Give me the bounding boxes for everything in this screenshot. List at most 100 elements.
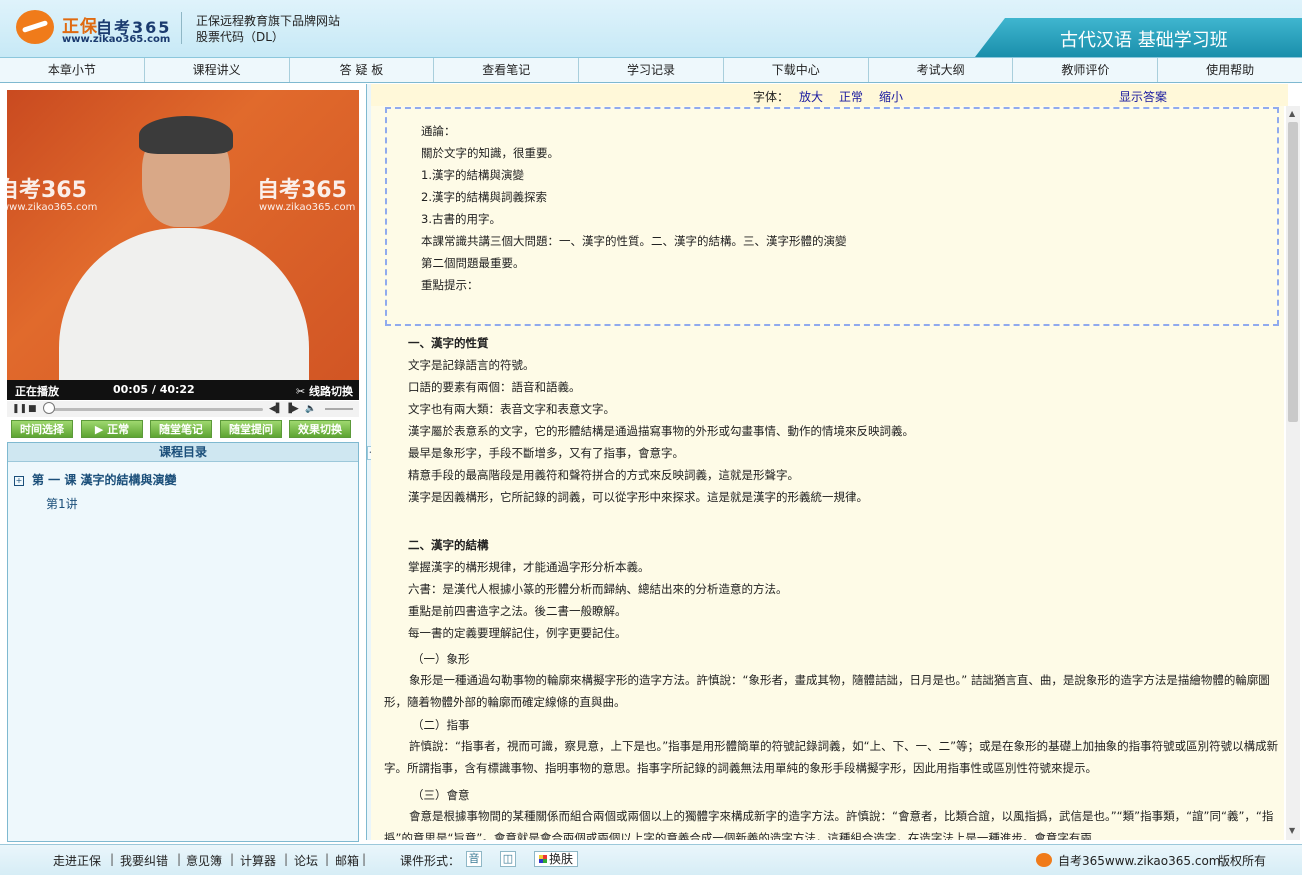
forward-icon[interactable]: ▐▶ [285,404,299,414]
footer-separator: | [110,852,114,866]
subsection-heading: （一）象形 [412,651,470,667]
content-line: 最早是象形字，手段不斷增多，又有了指事，會意字。 [408,445,684,461]
function-buttons: 时间选择 ▶ 正常 随堂笔记 随堂提问 效果切换 [7,420,359,440]
zikao-logo-icon[interactable] [16,10,54,44]
audio-mode-button[interactable]: 音 [466,851,482,867]
stop-icon[interactable]: ■ [28,404,37,414]
note-line: 1.漢字的結構與演變 [421,167,524,183]
scroll-up-icon[interactable]: ▲ [1289,109,1295,118]
content-paragraph: 許慎說：“指事者，視而可識，察見意，上下是也。”指事是用形體簡單的符號記錄詞義，… [384,735,1284,779]
note-line: 第二個問題最重要。 [421,255,525,271]
notes-box: 通論： 關於文字的知識，很重要。 1.漢字的結構與演變 2.漢字的結構與詞義探索… [385,107,1279,326]
footer-site-name[interactable]: 自考365www.zikao365.com [1058,852,1220,869]
nav-help[interactable]: 使用帮助 [1158,58,1302,82]
progress-knob[interactable] [43,402,55,414]
nav-study-record[interactable]: 学习记录 [579,58,724,82]
footer-link-mail[interactable]: 邮箱 [335,852,359,869]
note-line: 關於文字的知識，很重要。 [421,145,559,161]
palette-icon [539,855,547,863]
class-notes-button[interactable]: 随堂笔记 [150,420,212,438]
footer-link-forum[interactable]: 论坛 [294,852,318,869]
course-title: 古代汉语 基础学习班 [1060,26,1228,52]
logo-url-text: www.zikao365.com [62,34,170,45]
change-skin-label: 换肤 [549,852,573,866]
left-panel: 自考365 www.zikao365.com 自考365 www.zikao36… [7,90,360,842]
volume-slider[interactable] [325,408,353,410]
video-watermark-url: www.zikao365.com [7,202,97,213]
footer-separator: | [230,852,234,866]
subsection-heading: （三）會意 [412,787,470,803]
content-paragraph: 會意是根據事物間的某種關係而組合兩個或兩個以上的獨體字來構成新字的造字方法。許慎… [384,805,1284,840]
note-line: 重點提示： [421,277,479,293]
section-heading: 二、漢字的結構 [408,537,489,553]
layout-mode-button[interactable]: ◫ [500,851,516,867]
content-scrollbar[interactable]: ▲ ▼ [1286,106,1300,840]
footer-link-about[interactable]: 走进正保 [53,852,101,869]
show-answer-link[interactable]: 显示答案 [1119,88,1167,105]
volume-icon[interactable]: 🔈 [305,404,316,414]
switch-line-button[interactable]: ✂ 线路切换 [296,383,353,399]
nav-qa-board[interactable]: 答 疑 板 [290,58,435,82]
footer-separator: | [362,852,366,866]
footer-link-calculator[interactable]: 计算器 [240,852,276,869]
section-heading: 一、漢字的性質 [408,335,489,351]
nav-chapter-summary[interactable]: 本章小节 [0,58,145,82]
time-select-button[interactable]: 时间选择 [11,420,73,438]
font-shrink-link[interactable]: 缩小 [879,88,903,105]
top-navigation: 本章小节 课程讲义 答 疑 板 查看笔记 学习记录 下载中心 考试大纲 教师评价… [0,58,1302,83]
progress-track[interactable] [45,408,263,411]
font-enlarge-link[interactable]: 放大 [799,88,823,105]
content-line: 重點是前四書造字之法。後二書一般瞭解。 [408,603,627,619]
lecturer-hair [139,116,233,154]
catalog-title: 课程目录 [8,443,358,462]
effect-switch-button[interactable]: 效果切换 [289,420,351,438]
note-line: 3.古書的用字。 [421,211,501,227]
footer-separator: | [284,852,288,866]
nav-view-notes[interactable]: 查看笔记 [434,58,579,82]
lecture-content: 通論： 關於文字的知識，很重要。 1.漢字的結構與演變 2.漢字的結構與詞義探索… [371,106,1284,840]
lesson-title: 第 一 课 漢字的結構與演變 [32,473,177,487]
content-paragraph: 象形是一種通過勾勒事物的輪廓來構擬字形的造字方法。許慎說：“象形者，畫成其物，隨… [384,669,1284,713]
note-line: 通論： [421,123,456,139]
nav-teacher-review[interactable]: 教师评价 [1013,58,1158,82]
content-line: 每一書的定義要理解記住，例字更要記住。 [408,625,627,641]
nav-download-center[interactable]: 下载中心 [724,58,869,82]
footer-logo-icon [1036,853,1052,867]
change-skin-button[interactable]: 换肤 [534,851,578,867]
courseware-form-label: 课件形式： [400,852,460,869]
nav-exam-outline[interactable]: 考试大纲 [869,58,1014,82]
font-normal-link[interactable]: 正常 [839,88,863,105]
content-line: 精意手段的最高階段是用義符和聲符拼合的方式來反映詞義，這就是形聲字。 [408,467,799,483]
subsection-heading: （二）指事 [412,717,470,733]
footer-bar: 走进正保 | 我要纠错 | 意见簿 | 计算器 | 论坛 | 邮箱 | 课件形式… [0,844,1302,875]
lecture-item-1[interactable]: 第1讲 [46,495,78,512]
course-catalog: 课程目录 + 第 一 课 漢字的結構與演變 第1讲 [7,442,359,842]
video-watermark: 自考365 [7,172,87,204]
note-line: 本課常識共講三個大問題：一、漢字的性質。二、漢字的結構。三、漢字形體的演變 [421,233,847,249]
content-line: 口語的要素有兩個：語音和語義。 [408,379,581,395]
video-watermark-url: www.zikao365.com [259,202,355,213]
video-watermark: 自考365 [257,172,347,204]
lesson-row[interactable]: + 第 一 课 漢字的結構與演變 [14,471,177,488]
content-line: 文字是記錄語言的符號。 [408,357,535,373]
video-player[interactable]: 自考365 www.zikao365.com 自考365 www.zikao36… [7,90,359,382]
playing-status: 正在播放 [15,383,59,399]
pause-icon[interactable]: ❚❚ [12,404,27,414]
content-toolbar: 字体： 放大 正常 缩小 显示答案 [371,84,1288,106]
nav-lecture-notes[interactable]: 课程讲义 [145,58,290,82]
footer-link-report-error[interactable]: 我要纠错 [120,852,168,869]
header-divider [181,12,182,44]
switch-line-label: 线路切换 [309,385,353,398]
scroll-thumb[interactable] [1288,122,1298,422]
footer-link-feedback[interactable]: 意见簿 [186,852,222,869]
stock-code: 股票代码（DL） [196,28,284,45]
lecturer-body [59,228,309,382]
content-line: 文字也有兩大類：表音文字和表意文字。 [408,401,615,417]
scroll-down-icon[interactable]: ▼ [1289,826,1295,835]
brand-tagline: 正保远程教育旗下品牌网站 [196,12,340,29]
expand-icon[interactable]: + [14,476,24,486]
class-question-button[interactable]: 随堂提问 [220,420,282,438]
normal-speed-button[interactable]: ▶ 正常 [81,420,143,438]
rewind-icon[interactable]: ◀▌ [269,404,283,414]
note-line: 2.漢字的結構與詞義探索 [421,189,547,205]
